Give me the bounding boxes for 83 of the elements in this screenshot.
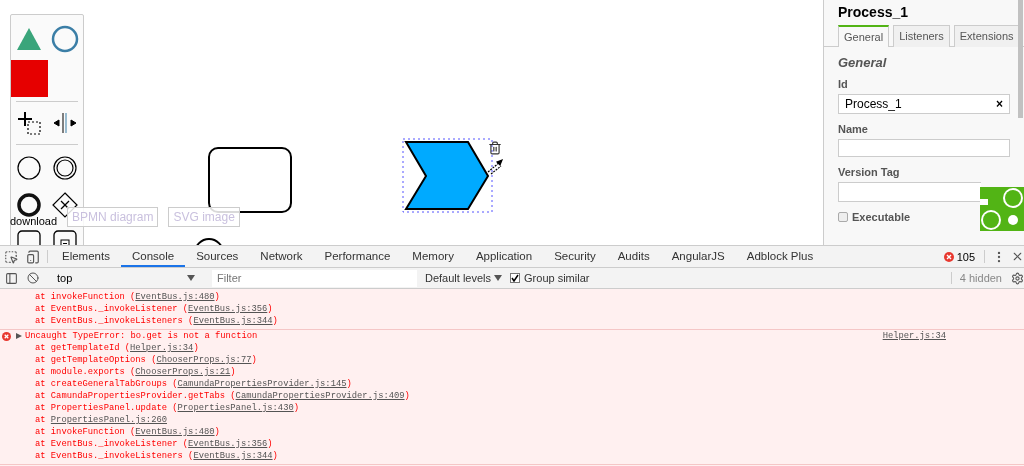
source-link[interactable]: PropertiesPanel.js:430 [177, 402, 294, 414]
devtools-tab[interactable]: Memory [401, 246, 465, 267]
devtools-tab[interactable]: Elements [51, 246, 121, 267]
expand-triangle-icon[interactable] [16, 333, 22, 339]
checkbox-label: Executable [852, 211, 911, 223]
source-link[interactable]: EventBus.js:356 [188, 438, 268, 450]
clear-console-icon[interactable] [27, 272, 39, 284]
field-label: Id [838, 78, 849, 90]
error-message: Uncaught TypeError: bo.get is not a function [25, 330, 258, 342]
devtools-tab[interactable]: Application [464, 246, 544, 267]
panel-tab[interactable]: Listeners [893, 25, 950, 47]
source-link[interactable]: EventBus.js:344 [193, 450, 273, 462]
filter-field[interactable]: Filter [212, 269, 417, 287]
start-event-icon[interactable] [16, 155, 42, 181]
inspect-icon[interactable] [4, 249, 18, 264]
scrollbar-thumb[interactable] [1018, 0, 1023, 118]
stack-frame: at PropertiesPanel.update (PropertiesPanel.js:430) [0, 402, 1024, 414]
circle-icon[interactable] [50, 25, 79, 53]
triangle-icon[interactable] [15, 27, 42, 51]
error-icon [2, 331, 11, 341]
source-link[interactable]: Helper.js:34 [130, 342, 194, 354]
devtools-tab[interactable]: AngularJS [660, 246, 736, 267]
dropdown-caret-icon [494, 275, 503, 281]
source-link[interactable]: CamundaPropertiesProvider.js:409 [235, 390, 405, 402]
stack-frame: at EventBus._invokeListeners (EventBus.js:344) [0, 315, 1024, 327]
input-field[interactable]: Process_1 × [838, 94, 1010, 114]
source-link[interactable]: ChooserProps.js:21 [135, 366, 231, 378]
stack-frame: at EventBus._invokeListeners (EventBus.js:344) [0, 450, 1024, 462]
download-label: download [10, 215, 58, 227]
task-icon[interactable] [17, 230, 41, 245]
devtools-tab[interactable]: Network [249, 246, 314, 267]
devtools-tab[interactable]: Security [543, 246, 607, 267]
space-tool-icon[interactable] [53, 111, 77, 135]
devtools-tab[interactable]: Sources [185, 246, 250, 267]
connect-arrow-icon[interactable] [486, 158, 504, 176]
devtools-tab[interactable]: Adblock Plus [735, 246, 825, 267]
source-link[interactable]: EventBus.js:480 [135, 291, 215, 303]
devtools-tab[interactable]: Audits [606, 246, 661, 267]
stack-frame: at getTemplateId (Helper.js:34) [0, 342, 1024, 354]
stack-frame: at EventBus._invokeListener (EventBus.js:356) [0, 438, 1024, 450]
intermediate-event-icon[interactable] [52, 155, 78, 181]
levels-dropdown[interactable]: Default levels [425, 272, 492, 284]
lasso-tool-icon[interactable] [17, 111, 41, 135]
settings-icon[interactable] [1010, 271, 1024, 285]
device-toolbar-icon[interactable] [26, 249, 40, 264]
hidden-count: 4 hidden [950, 272, 1010, 284]
trash-icon[interactable] [488, 141, 502, 155]
error-icon [943, 251, 954, 262]
source-link[interactable]: PropertiesPanel.js:260 [50, 414, 167, 426]
source-link[interactable]: Helper.js:34 [882, 330, 946, 342]
stack-frame: at invokeFunction (EventBus.js:480) [0, 426, 1024, 438]
subprocess-icon[interactable] [53, 230, 77, 245]
stack-frame: at createGeneralTabGroups (CamundaPropertiesProvider.js:145) [0, 378, 1024, 390]
source-link[interactable]: EventBus.js:344 [193, 315, 273, 327]
sidebar-toggle-icon[interactable] [4, 271, 18, 285]
checkbox-label: Group similar [524, 272, 590, 284]
source-link[interactable]: EventBus.js:356 [188, 303, 268, 315]
source-link[interactable]: ChooserProps.js:77 [156, 354, 252, 366]
checkbox[interactable] [510, 273, 521, 283]
stack-frame: at PropertiesPanel.js:260 [0, 414, 1024, 426]
context-select[interactable]: top [51, 269, 201, 287]
error-counter[interactable]: 105 [937, 246, 981, 267]
input-field[interactable] [838, 182, 981, 202]
panel-tab[interactable]: General [838, 25, 890, 47]
panel-title: Process_1 [837, 3, 910, 22]
source-link[interactable]: CamundaPropertiesProvider.js:145 [177, 378, 347, 390]
end-event-icon[interactable] [16, 192, 42, 218]
textarea-field[interactable] [838, 139, 1010, 157]
stack-frame: at CamundaPropertiesProvider.getTabs (CamundaPropertiesProvider.js:409) [0, 390, 1024, 402]
checkbox[interactable] [838, 212, 848, 222]
field-label: Version Tag [838, 166, 901, 178]
panel-tab[interactable]: Extensions [953, 25, 1020, 47]
stack-frame: at EventBus._invokeListener (EventBus.js:356) [0, 303, 1024, 315]
stack-frame: at module.exports (ChooserProps.js:21) [0, 366, 1024, 378]
square-icon[interactable] [11, 59, 48, 97]
field-label: Name [838, 123, 869, 135]
clear-button[interactable]: × [996, 97, 1003, 111]
source-link[interactable]: EventBus.js:480 [135, 426, 215, 438]
devtools-tab[interactable]: Performance [313, 246, 402, 267]
section-title: General [838, 55, 888, 70]
dropdown-caret-icon [187, 275, 195, 281]
stack-frame: at getTemplateOptions (ChooserProps.js:77) [0, 354, 1024, 366]
stack-frame: at invokeFunction (EventBus.js:480) [0, 291, 1024, 303]
